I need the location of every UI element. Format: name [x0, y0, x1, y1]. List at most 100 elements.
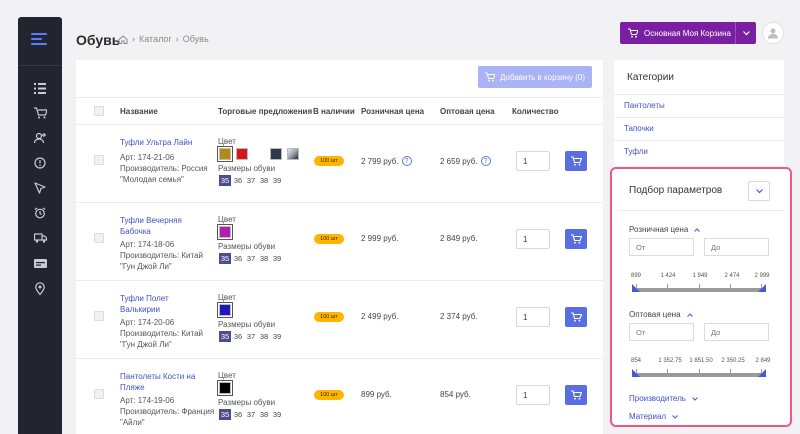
quantity-input[interactable]: 1 [516, 229, 550, 249]
category-item-tapochki[interactable]: Тапочки [624, 124, 654, 133]
color-swatch[interactable] [253, 148, 265, 160]
size-option[interactable]: 36 [232, 409, 244, 420]
product-name-link[interactable]: Туфли Ультра Лайн [120, 137, 208, 148]
category-item-pantolety[interactable]: Пантолеты [624, 101, 665, 110]
row-checkbox[interactable] [94, 233, 104, 243]
wholesale-price-to-input[interactable]: До [704, 323, 769, 341]
column-header-stock[interactable]: В наличии [313, 107, 355, 116]
quantity-input[interactable]: 1 [516, 307, 550, 327]
size-option[interactable]: 36 [232, 175, 244, 186]
quantity-input[interactable]: 1 [516, 151, 550, 171]
cart-icon[interactable] [32, 105, 48, 121]
buy-button[interactable] [565, 307, 587, 327]
product-name-link[interactable]: Пантолеты Кости на Пляже [120, 371, 208, 393]
card-icon[interactable] [32, 255, 48, 271]
add-to-cart-button[interactable]: Добавить в корзину (0) [478, 66, 592, 88]
cursor-icon[interactable] [32, 180, 48, 196]
size-option[interactable]: 35 [219, 175, 231, 186]
filter-collapse-button[interactable] [748, 181, 770, 201]
user-add-icon[interactable] [32, 130, 48, 146]
category-item-tufli[interactable]: Туфли [624, 147, 648, 156]
color-swatch[interactable] [217, 224, 233, 240]
size-option[interactable]: 35 [219, 331, 231, 342]
alert-icon[interactable] [32, 155, 48, 171]
sizes-label: Размеры обуви [218, 320, 276, 329]
material-filter-toggle[interactable]: Материал [629, 412, 678, 421]
cart-icon [570, 312, 582, 322]
slider-tick [699, 369, 700, 374]
add-to-cart-label: Добавить в корзину (0) [499, 72, 585, 82]
wholesale-price-from-input[interactable]: От [629, 323, 694, 341]
row-checkbox[interactable] [94, 155, 104, 165]
size-option[interactable]: 37 [245, 409, 257, 420]
truck-icon[interactable] [32, 230, 48, 246]
wholesale-price-slider[interactable] [632, 369, 766, 378]
size-option[interactable]: 38 [258, 253, 270, 264]
retail-price-from-input[interactable]: От [629, 238, 694, 256]
size-option[interactable]: 37 [245, 331, 257, 342]
my-cart-button[interactable]: Основная Моя Корзина [620, 22, 756, 44]
chevron-down-icon [692, 396, 698, 401]
size-option[interactable]: 39 [271, 175, 283, 186]
product-name-link[interactable]: Туфли Полет Валькирии [120, 293, 208, 315]
size-option[interactable]: 37 [245, 175, 257, 186]
retail-price-slider[interactable] [632, 284, 766, 293]
size-option[interactable]: 39 [271, 331, 283, 342]
tick-label: 2 350.25 [721, 358, 745, 364]
color-label: Цвет [218, 215, 236, 224]
home-icon[interactable] [118, 34, 128, 44]
location-icon[interactable] [32, 280, 48, 296]
left-nav [18, 17, 62, 434]
buy-button[interactable] [565, 385, 587, 405]
wholesale-price-filter-toggle[interactable]: Оптовая цена [629, 310, 693, 319]
color-swatch[interactable] [270, 148, 282, 160]
product-name-link[interactable]: Туфли Вечерняя Бабочка [120, 215, 208, 237]
product-maker: Производитель: Китай "Гун Джой Ли" [120, 251, 204, 271]
column-header-offers: Торговые предложения [218, 107, 313, 116]
slider-max-handle[interactable] [758, 369, 766, 377]
maker-filter-label: Производитель [629, 394, 686, 403]
retail-price-to-input[interactable]: До [704, 238, 769, 256]
retail-price: 2 999 руб. [361, 234, 399, 243]
size-option[interactable]: 36 [232, 253, 244, 264]
list-icon[interactable] [32, 80, 48, 96]
color-swatch[interactable] [217, 302, 233, 318]
select-all-checkbox[interactable] [94, 106, 104, 116]
color-swatch[interactable] [217, 380, 233, 396]
user-icon [768, 28, 778, 39]
quantity-input[interactable]: 1 [516, 385, 550, 405]
wholesale-price: 2 849 руб. [440, 234, 478, 243]
row-checkbox[interactable] [94, 311, 104, 321]
menu-icon[interactable] [31, 33, 47, 45]
column-header-wholesale-price[interactable]: Оптовая цена [440, 107, 495, 116]
cart-dropdown-toggle[interactable] [735, 22, 756, 44]
size-option[interactable]: 37 [245, 253, 257, 264]
size-option[interactable]: 38 [258, 331, 270, 342]
info-icon[interactable]: ? [480, 156, 491, 166]
avatar[interactable] [762, 22, 784, 44]
breadcrumb-item-catalog[interactable]: Каталог [139, 34, 172, 44]
buy-button[interactable] [565, 151, 587, 171]
row-checkbox[interactable] [94, 389, 104, 399]
retail-price-filter-toggle[interactable]: Розничная цена [629, 225, 701, 234]
alarm-icon[interactable] [32, 205, 48, 221]
size-option[interactable]: 39 [271, 409, 283, 420]
slider-min-handle[interactable] [632, 284, 640, 292]
color-swatch[interactable] [287, 148, 299, 160]
info-icon[interactable]: ? [401, 156, 412, 166]
size-option[interactable]: 39 [271, 253, 283, 264]
column-header-name[interactable]: Название [120, 107, 158, 116]
slider-max-handle[interactable] [758, 284, 766, 292]
size-option[interactable]: 38 [258, 175, 270, 186]
maker-filter-toggle[interactable]: Производитель [629, 394, 698, 403]
size-option[interactable]: 38 [258, 409, 270, 420]
color-swatch[interactable] [236, 148, 248, 160]
size-option[interactable]: 35 [219, 409, 231, 420]
size-option[interactable]: 36 [232, 331, 244, 342]
size-option[interactable]: 35 [219, 253, 231, 264]
column-header-retail-price[interactable]: Розничная цена [361, 107, 424, 116]
retail-price-value: 2 999 руб. [361, 234, 399, 243]
buy-button[interactable] [565, 229, 587, 249]
slider-min-handle[interactable] [632, 369, 640, 377]
color-swatch[interactable] [217, 146, 233, 162]
